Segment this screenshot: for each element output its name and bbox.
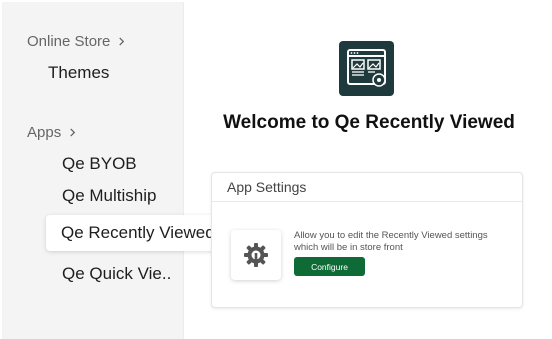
gear-wrench-icon: [231, 230, 281, 280]
page-title: Welcome to Qe Recently Viewed: [223, 112, 515, 133]
configure-button[interactable]: Configure: [294, 257, 365, 276]
section-label-apps: Apps: [27, 124, 62, 141]
app-settings-card: App Settings Allow you to edit the Recen…: [211, 172, 523, 308]
app-logo-icon: [339, 41, 394, 96]
sidebar-item-qe-quick-view[interactable]: Qe Quick Vie..: [62, 264, 171, 284]
chevron-right-icon: [70, 128, 76, 137]
card-header: App Settings: [212, 173, 522, 202]
sidebar-section-apps[interactable]: Apps: [27, 124, 77, 141]
card-description: Allow you to edit the Recently Viewed se…: [294, 230, 488, 253]
section-label-online-store: Online Store: [27, 33, 111, 50]
sidebar-item-qe-byob[interactable]: Qe BYOB: [62, 154, 137, 174]
sidebar: Online Store Themes Apps Qe BYOB Qe Mult…: [2, 2, 184, 339]
chevron-right-icon: [119, 37, 125, 46]
sidebar-section-online-store[interactable]: Online Store: [27, 33, 126, 50]
sidebar-item-themes[interactable]: Themes: [48, 63, 109, 83]
sidebar-item-qe-multiship[interactable]: Qe Multiship: [62, 186, 156, 206]
